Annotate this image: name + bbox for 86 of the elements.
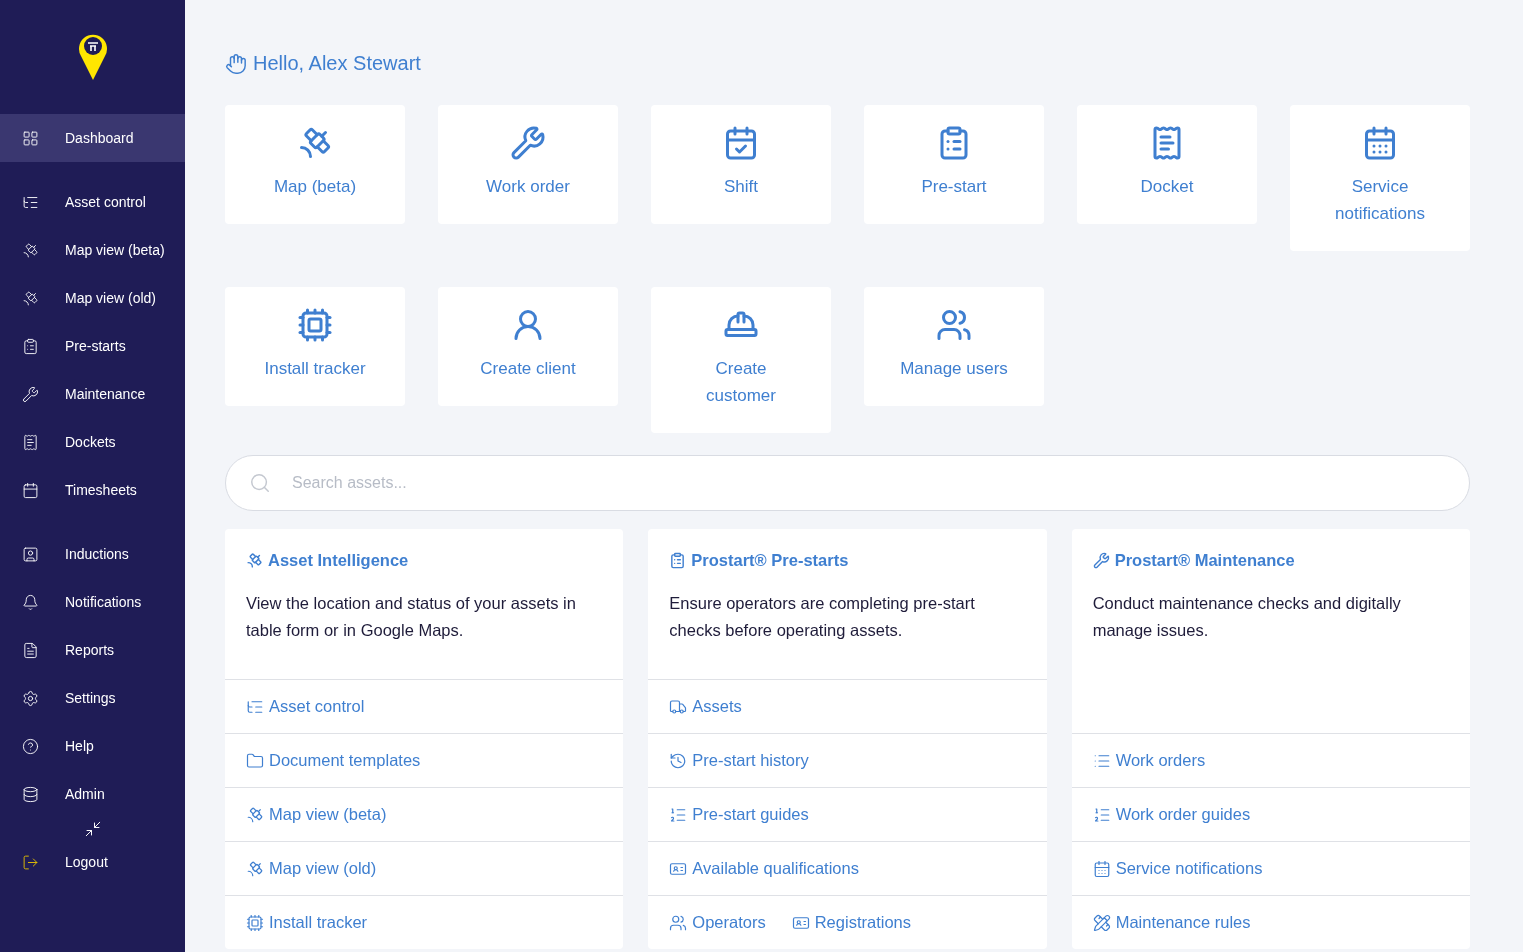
card-link[interactable]: Registrations [791,913,911,932]
receipt-icon [22,433,39,451]
card-link[interactable]: Pre-start guides [669,805,809,824]
card-link[interactable]: Work order guides [1092,805,1251,824]
card-title: Prostart® Maintenance [1114,551,1295,570]
pencil-ruler-icon [1092,913,1111,932]
shortcut-tile[interactable]: Shift [651,105,831,224]
folder-icon [246,751,264,770]
card-link[interactable]: Install tracker [246,913,368,932]
checklist-icon [22,337,39,355]
satellite-icon [22,241,39,259]
sidebar-item[interactable]: Inductions [0,530,185,578]
satellite-icon [297,125,333,161]
sidebar-item[interactable]: Map view (old) [0,274,185,322]
checklist-icon [669,552,687,569]
card-link[interactable]: Document templates [246,751,421,770]
numbered-list-icon [669,805,688,824]
satellite-icon [246,859,264,878]
grid-icon [22,129,39,147]
document-icon [22,641,39,659]
numbered-list-icon [1092,805,1111,824]
chip-icon [246,913,264,932]
sidebar-item[interactable]: Pre-starts [0,322,185,370]
greeting-text: Hello, Alex Stewart [253,52,421,75]
card-description: View the location and status of your assets in table form or in Google Maps. [245,593,577,641]
card-link[interactable]: Maintenance rules [1092,913,1251,932]
logout-icon [22,853,39,871]
shortcut-tile[interactable]: Create client [438,287,618,406]
sidebar-item[interactable]: Asset control [0,178,185,226]
card-link[interactable]: Pre-start history [669,751,809,770]
collapse-icon[interactable] [83,820,102,838]
sidebar-item[interactable]: Settings [0,674,185,722]
settings-icon [22,689,39,707]
help-icon [22,737,39,755]
shortcut-tile[interactable]: Install tracker [225,287,405,406]
wrench-icon [510,125,546,161]
card-link[interactable]: Available qualifications [669,859,859,878]
search-field[interactable]: Search assets... [225,455,1470,511]
shortcut-tile[interactable]: Docket [1077,105,1257,224]
sidebar-item[interactable]: Admin [0,770,185,818]
history-icon [669,751,688,770]
card-link[interactable]: Map view (old) [246,859,377,878]
card-link[interactable]: Map view (beta) [246,805,387,824]
shortcut-tile[interactable]: Map (beta) [225,105,405,224]
card-link[interactable]: Assets [669,697,742,716]
wrench-icon [1092,552,1110,569]
sidebar-item[interactable]: Map view (beta) [0,226,185,274]
card-title: Asset Intelligence [268,551,409,570]
satellite-icon [22,289,39,307]
calendar-icon [1362,125,1398,161]
calendar-check-icon [723,125,759,161]
sidebar-item[interactable]: Dashboard [0,114,185,162]
waving-hand-icon [225,52,247,75]
logout-button[interactable]: Logout [0,838,185,886]
shortcut-tile[interactable]: Create customer [651,287,831,433]
chip-icon [297,307,333,343]
sidebar-item[interactable]: Timesheets [0,466,185,514]
card-link[interactable]: Service notifications [1092,859,1263,878]
users-icon [669,913,688,932]
shortcut-tile[interactable]: Service notifications [1290,105,1470,251]
search-icon [249,472,271,494]
satellite-icon [246,805,264,824]
sidebar-item[interactable]: Notifications [0,578,185,626]
shortcut-tile[interactable]: Work order [438,105,618,224]
notifications-icon [22,593,39,611]
wrench-icon [22,385,39,403]
card-description: Ensure operators are completing pre-start checks before operating assets. [668,593,976,641]
user-screen-icon [22,545,39,563]
card-link[interactable]: Asset control [246,697,365,716]
calendar-icon [22,481,39,499]
logo-pin-icon [77,32,108,82]
sidebar-item[interactable]: Reports [0,626,185,674]
sidebar-item[interactable]: Dockets [0,418,185,466]
database-icon [22,785,39,803]
card-link[interactable]: Work orders [1092,751,1206,770]
shortcut-tile[interactable]: Manage users [864,287,1044,406]
truck-icon [669,697,688,716]
sidebar-item[interactable]: Help [0,722,185,770]
users-icon [936,307,972,343]
card-title: Prostart® Pre-starts [691,551,849,570]
shortcut-tile[interactable]: Pre-start [864,105,1044,224]
sidebar-item[interactable]: Maintenance [0,370,185,418]
calendar-icon [1092,859,1111,878]
card-link[interactable]: Operators [669,913,766,932]
satellite-icon [246,552,263,569]
card-description: Conduct maintenance checks and digitally manage issues. [1091,593,1402,641]
